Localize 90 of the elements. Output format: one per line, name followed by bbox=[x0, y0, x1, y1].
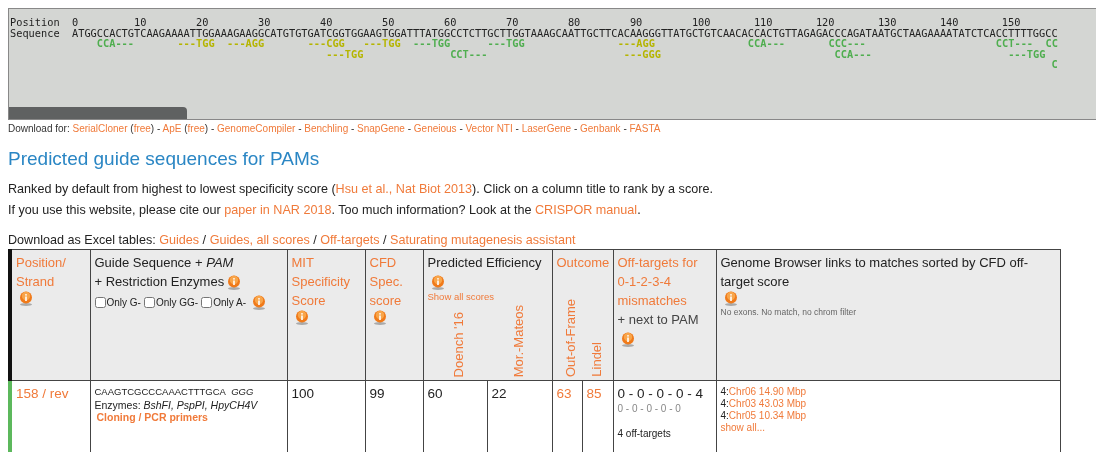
filter-checkbox[interactable] bbox=[94, 297, 106, 308]
text-link[interactable]: Off-targets bbox=[320, 233, 380, 247]
pam-site[interactable]: ---CGG bbox=[307, 38, 345, 49]
pam-site[interactable]: CCT--- bbox=[450, 48, 488, 60]
intro-text: If you use this website, please cite our paper in NAR 2018. Too much information? Look at the CRISPOR manual. bbox=[8, 202, 642, 219]
text-link[interactable]: SerialCloner bbox=[72, 123, 128, 134]
filter-label: Only GG- bbox=[155, 296, 199, 310]
table-cell: 22 bbox=[491, 386, 507, 401]
match-link[interactable]: Chr06 14.90 Mbp bbox=[728, 386, 807, 397]
row-label: Position bbox=[10, 17, 61, 28]
pam-site[interactable]: CCA--- bbox=[96, 38, 134, 49]
info-icon[interactable] bbox=[372, 310, 387, 325]
table-cell: 100 bbox=[291, 386, 315, 401]
column-title: Predicted Efficiency bbox=[427, 254, 543, 272]
column-title[interactable]: Off-targets for 0-1-2-3-4 mismatches bbox=[617, 253, 712, 310]
guide-sequence: CAAGTCGCCCAAACTTTGCA GGG bbox=[94, 386, 255, 397]
pam-site[interactable]: ---TGG bbox=[487, 38, 525, 49]
info-icon[interactable] bbox=[620, 332, 635, 348]
filter-note: No exons. No match, no chrom filter bbox=[720, 306, 858, 318]
info-icon[interactable] bbox=[723, 291, 738, 306]
match-text: 4:Chr06 14.90 Mbp bbox=[720, 386, 808, 398]
position-ruler: 0 10 20 30 40 50 60 70 80 90 100 110 120 130 140 150 bbox=[72, 17, 1021, 28]
filter-label: Only A- bbox=[213, 296, 246, 310]
column-subtitle: + next to PAM bbox=[617, 311, 700, 329]
pam-site[interactable]: ---TGG bbox=[326, 48, 364, 60]
match-text: 4:Chr05 10.34 Mbp bbox=[720, 410, 808, 422]
info-icon[interactable] bbox=[252, 295, 266, 310]
pam-site[interactable]: CCC--- bbox=[828, 38, 866, 49]
text-link[interactable]: GenomeCompiler bbox=[217, 123, 296, 134]
pam-site[interactable]: CCA--- bbox=[834, 48, 872, 60]
cloning-link[interactable]: Cloning / PCR primers bbox=[96, 411, 283, 423]
text-link[interactable]: Guides, all scores bbox=[209, 233, 310, 247]
offtarget-count: 4 off-targets bbox=[617, 428, 672, 439]
text-link[interactable]: Guides bbox=[159, 233, 200, 247]
column-subtitle: + Restriction Enzymes bbox=[94, 274, 225, 289]
pam-site[interactable]: ---AGG bbox=[227, 38, 265, 49]
column-title: Guide Sequence + PAM bbox=[94, 254, 235, 272]
intro-text: Ranked by default from highest to lowest specificity score (Hsu et al., Nat Biot 2013). Click on a column title to rank by a score. bbox=[8, 181, 714, 198]
text-link[interactable]: Geneious bbox=[413, 123, 457, 134]
subcolumn-title[interactable]: Out-of-Frame bbox=[560, 299, 579, 377]
text-link[interactable]: Saturating mutagenesis assistant bbox=[390, 233, 576, 247]
filter-checkbox[interactable] bbox=[201, 297, 213, 308]
table-cell: 60 bbox=[427, 386, 443, 401]
pam-site[interactable]: ---TGG bbox=[177, 38, 215, 49]
column-title[interactable]: Outcome bbox=[556, 253, 609, 272]
info-icon[interactable] bbox=[294, 310, 309, 325]
mismatch-counts: 0 - 0 - 0 - 0 - 4 bbox=[617, 386, 705, 401]
text-link[interactable]: ApE bbox=[162, 123, 182, 134]
text-link[interactable]: SnapGene bbox=[357, 123, 405, 134]
show-all-link[interactable]: show all... bbox=[720, 422, 765, 433]
text-link[interactable]: Hsu et al., Nat Biot 2013 bbox=[335, 182, 473, 196]
row-label: Sequence bbox=[10, 27, 61, 39]
subcolumn-title[interactable]: Lindel bbox=[586, 342, 605, 377]
text-link[interactable]: FASTA bbox=[629, 123, 661, 134]
pam-site[interactable]: CCT--- bbox=[995, 38, 1034, 49]
pam-site[interactable]: CCA--- bbox=[747, 38, 786, 49]
pam-site[interactable]: ---TGG bbox=[413, 38, 451, 49]
subcolumn-title[interactable]: Mor.-Mateos bbox=[508, 304, 527, 377]
filter-checkbox[interactable] bbox=[143, 297, 155, 308]
pam-site[interactable]: C bbox=[1051, 59, 1058, 70]
pam-site[interactable]: ---TGG bbox=[363, 38, 401, 49]
pam-site[interactable]: ---AGG bbox=[617, 38, 655, 49]
table-cell: 99 bbox=[369, 386, 385, 401]
filter-label: Only G- bbox=[106, 296, 141, 310]
dna-sequence: ATGGCCACTGTCAAGAAAATTGGAAAGAAGGCATGTGTGATCGGTGGAAGTGGATTTATGGCCTCTTGCTTGGTAAAGCAATTGCTTCACAAGGGTTATGCTGTCAACACCACTGTTAGAGACCCAGATAATGCTAAGAAAATATCTCACCTTTTGGCC bbox=[72, 27, 1058, 39]
excel-downloads: Download as Excel tables: Guides / Guides, all scores / Off-targets / Saturating mutagenesis assistant bbox=[8, 233, 577, 247]
text-link[interactable]: Vector NTI bbox=[465, 123, 513, 134]
download-links: Download for: SerialCloner (free) - ApE (free) - GenomeCompiler - Benchling - SnapGene - Geneious - Vector NTI - LaserGene - Genbank - FASTA bbox=[8, 123, 662, 134]
info-icon[interactable] bbox=[227, 275, 242, 291]
pam-site[interactable]: CC bbox=[1045, 38, 1058, 49]
enzymes-text: Enzymes: BshFI, PspPI, HpyCH4V bbox=[94, 399, 259, 411]
section-heading: Predicted guide sequences for PAMs bbox=[8, 148, 321, 170]
info-icon[interactable] bbox=[19, 291, 33, 306]
score-link[interactable]: 85 bbox=[586, 386, 602, 401]
match-link[interactable]: Chr03 43.03 Mbp bbox=[728, 398, 807, 409]
score-link[interactable]: 63 bbox=[556, 386, 572, 401]
pam-mismatch-counts: 0 - 0 - 0 - 0 - 0 bbox=[617, 403, 682, 414]
scrollbar-thumb[interactable] bbox=[9, 107, 187, 119]
text-link[interactable]: Genbank bbox=[580, 123, 621, 134]
match-link[interactable]: Chr05 10.34 Mbp bbox=[728, 410, 807, 421]
column-title: Genome Browser links to matches sorted by CFD off-target score bbox=[720, 254, 1030, 291]
text-link[interactable]: Benchling bbox=[304, 123, 349, 134]
pam-site[interactable]: ---TGG bbox=[1008, 48, 1046, 60]
info-icon[interactable] bbox=[430, 275, 445, 291]
show-scores-link[interactable]: Show all scores bbox=[427, 291, 548, 303]
position-link[interactable]: 158 / rev bbox=[16, 386, 69, 401]
pam-site[interactable]: ---GGG bbox=[623, 48, 661, 60]
text-link[interactable]: LaserGene bbox=[521, 123, 572, 134]
match-text: 4:Chr03 43.03 Mbp bbox=[720, 398, 808, 410]
subcolumn-title[interactable]: Doench '16 bbox=[448, 311, 467, 377]
